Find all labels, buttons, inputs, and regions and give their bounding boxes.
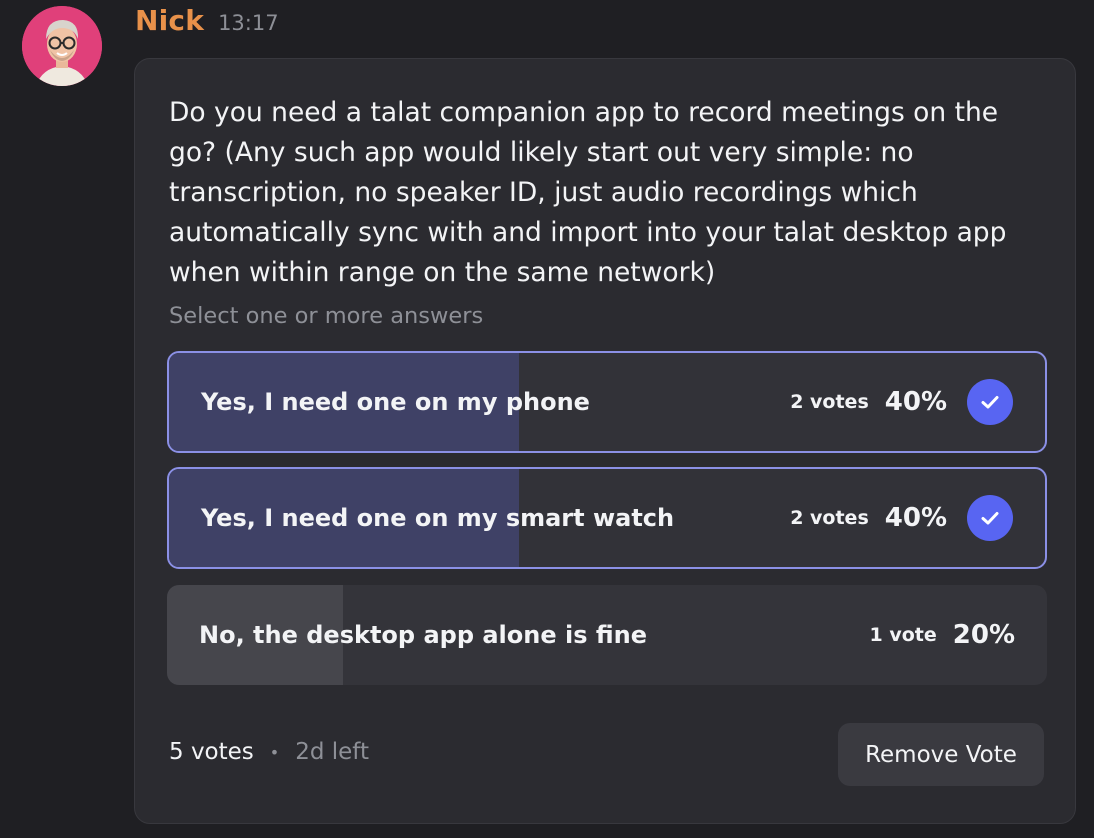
answer-stats: 1 vote 20% (870, 585, 1015, 685)
checkmark-icon (967, 495, 1013, 541)
separator-dot: • (269, 742, 280, 762)
answer-vote-count: 2 votes (790, 391, 869, 413)
answer-stats: 2 votes 40% (790, 353, 1013, 451)
remove-vote-button[interactable]: Remove Vote (838, 723, 1044, 786)
poll-answer[interactable]: No, the desktop app alone is fine 1 vote… (167, 585, 1047, 685)
message-header: Nick 13:17 (135, 4, 279, 37)
avatar[interactable] (22, 6, 102, 86)
total-votes: 5 votes (169, 739, 254, 765)
message-timestamp: 13:17 (218, 11, 279, 35)
poll-answer[interactable]: Yes, I need one on my smart watch 2 vote… (167, 467, 1047, 569)
chat-message: Nick 13:17 Do you need a talat companion… (0, 0, 1094, 838)
poll-footer: 5 votes • 2d left (169, 739, 369, 765)
answer-percentage: 40% (884, 387, 947, 417)
time-left: 2d left (295, 739, 370, 765)
poll-answer[interactable]: Yes, I need one on my phone 2 votes 40% (167, 351, 1047, 453)
answer-vote-count: 2 votes (790, 507, 869, 529)
answer-label: No, the desktop app alone is fine (199, 621, 647, 649)
answer-vote-count: 1 vote (869, 624, 937, 646)
user-avatar-photo-icon (22, 6, 102, 86)
checkmark-icon (967, 379, 1013, 425)
answer-label: Yes, I need one on my smart watch (201, 504, 675, 532)
poll-card: Do you need a talat companion app to rec… (134, 58, 1076, 824)
poll-question: Do you need a talat companion app to rec… (169, 97, 1007, 288)
answer-percentage: 20% (952, 620, 1015, 650)
author-name[interactable]: Nick (135, 4, 204, 37)
answer-stats: 2 votes 40% (790, 469, 1013, 567)
answer-percentage: 40% (884, 503, 947, 533)
poll-hint: Select one or more answers (169, 303, 484, 329)
answer-label: Yes, I need one on my phone (201, 388, 590, 416)
